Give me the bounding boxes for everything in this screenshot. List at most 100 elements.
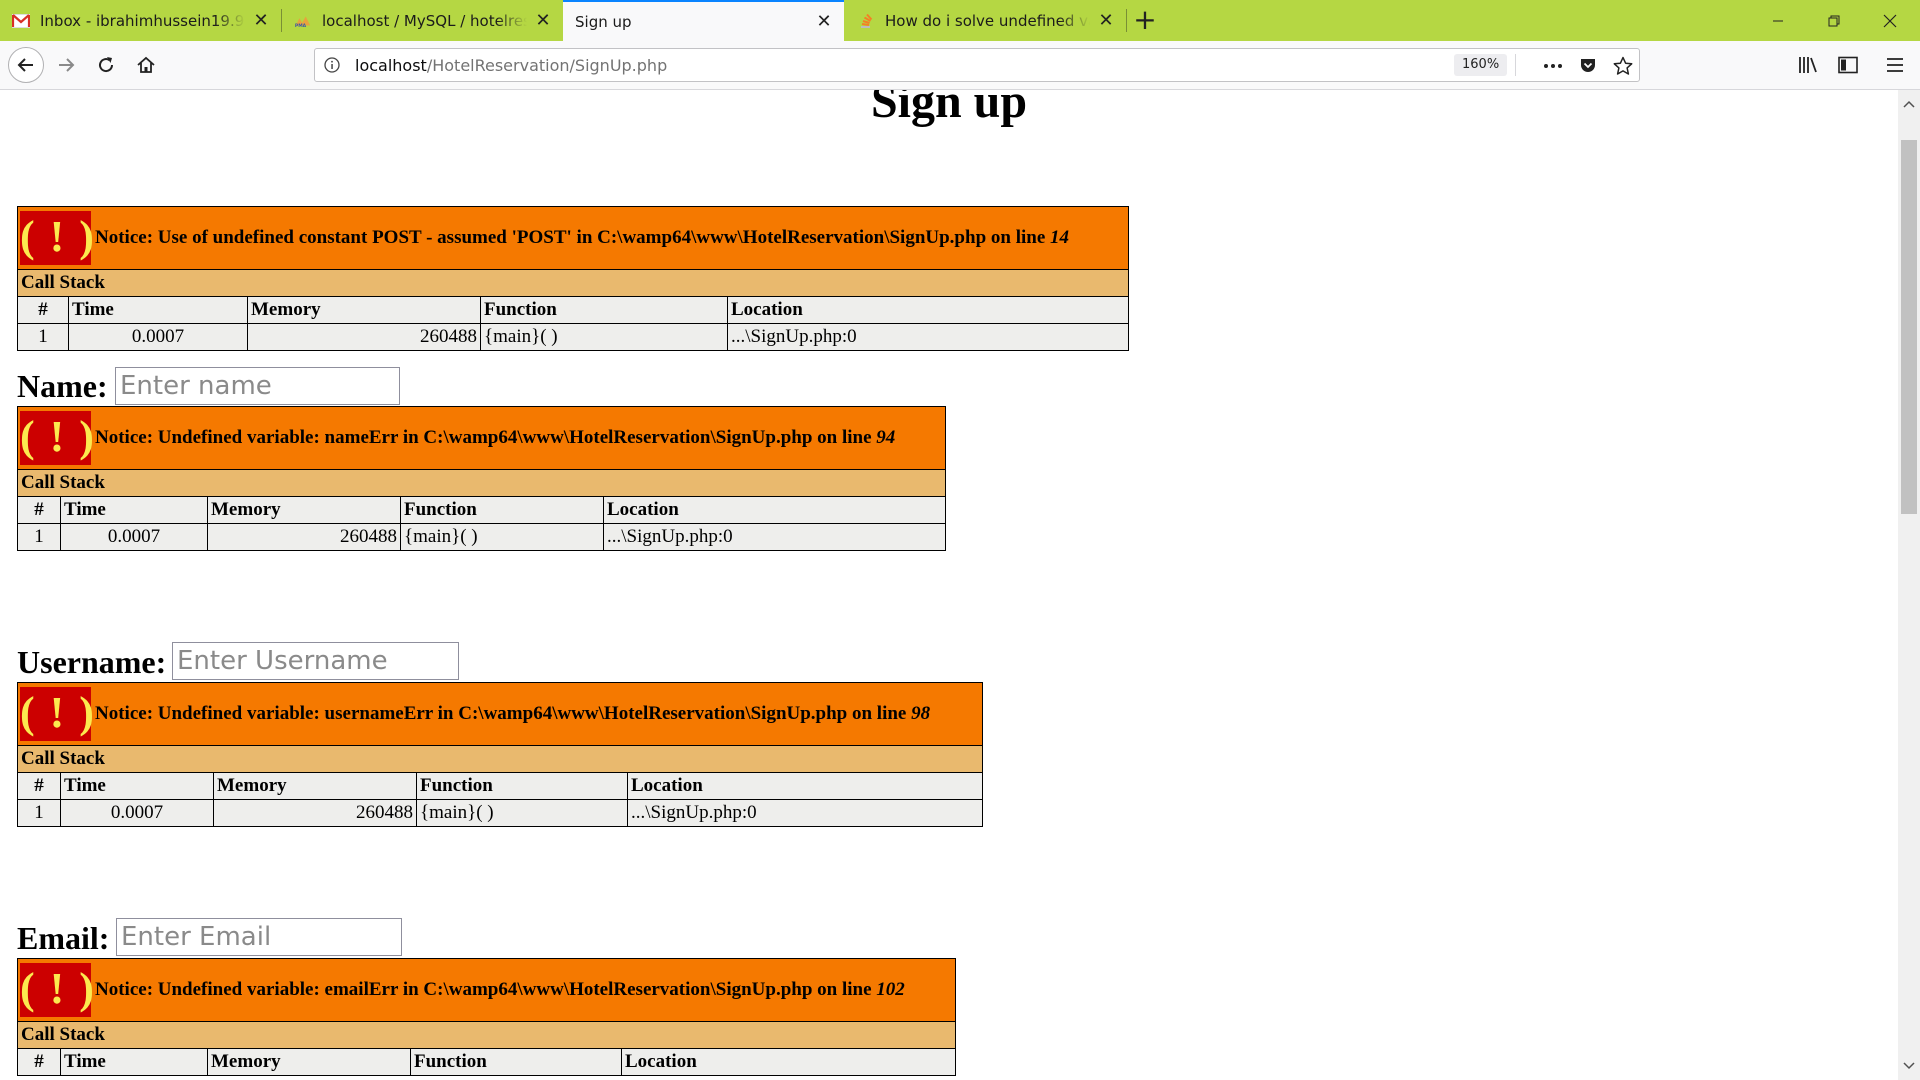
notice-message: Notice: Use of undefined constant POST -…: [95, 227, 1069, 248]
ellipsis-icon: [1544, 64, 1562, 68]
back-button[interactable]: [8, 47, 44, 83]
table-cell: 1: [17, 323, 69, 351]
table-cell: {main}( ): [416, 799, 628, 827]
name-input[interactable]: [115, 367, 400, 405]
table-cell: ...\SignUp.php:0: [603, 523, 946, 551]
navigation-toolbar: localhost/HotelReservation/SignUp.php 16…: [0, 41, 1920, 90]
address-bar[interactable]: localhost/HotelReservation/SignUp.php 16…: [314, 48, 1640, 82]
url-path: /HotelReservation/SignUp.php: [426, 56, 668, 75]
column-header: Location: [627, 772, 983, 800]
column-header: Location: [603, 496, 946, 524]
table-cell: 0.0007: [60, 523, 208, 551]
close-icon[interactable]: ✕: [816, 12, 832, 30]
hamburger-menu-icon: [1887, 58, 1903, 72]
url-separator: [1515, 54, 1516, 76]
home-button[interactable]: [130, 49, 162, 81]
page-viewport: Sign up ( ! )Notice: Use of undefined co…: [0, 90, 1898, 1080]
bookmark-button[interactable]: [1612, 55, 1634, 77]
pocket-icon: [1581, 59, 1595, 72]
username-label: Username:: [17, 644, 167, 680]
notice-header-row: ( ! )Notice: Undefined variable: nameErr…: [17, 406, 946, 470]
notice-message: Notice: Undefined variable: usernameErr …: [95, 703, 930, 724]
notice-message: Notice: Undefined variable: emailErr in …: [95, 979, 905, 1000]
phpmyadmin-icon: PMA: [294, 12, 312, 30]
xdebug-notice: ( ! )Notice: Undefined variable: emailEr…: [17, 958, 956, 1076]
info-icon[interactable]: [323, 56, 341, 74]
tab-inbox[interactable]: Inbox - ibrahimhussein19.98@gmail.com ✕: [0, 0, 281, 41]
restore-button[interactable]: [1806, 0, 1862, 41]
tab-stackoverflow[interactable]: How do i solve undefined variable ✕: [845, 0, 1126, 41]
table-cell: 1: [17, 523, 61, 551]
column-header: Location: [621, 1048, 956, 1076]
svg-text:PMA: PMA: [295, 22, 307, 27]
column-header: Time: [60, 496, 208, 524]
notice-line-number: 102: [876, 979, 905, 1000]
notice-line-number: 94: [876, 427, 896, 448]
reload-icon: [99, 57, 114, 73]
table-cell: {main}( ): [480, 323, 728, 351]
chevron-up-icon[interactable]: [1898, 94, 1920, 114]
notice-message: Notice: Undefined variable: nameErr in C…: [95, 427, 895, 448]
email-label: Email:: [17, 920, 110, 956]
page-actions-button[interactable]: [1542, 55, 1564, 77]
sidebar-button[interactable]: [1833, 50, 1863, 80]
pocket-button[interactable]: [1577, 55, 1599, 77]
xdebug-notice: ( ! )Notice: Undefined variable: nameErr…: [17, 406, 946, 551]
close-icon: [1883, 14, 1897, 27]
vertical-scrollbar[interactable]: [1898, 90, 1920, 1080]
close-window-button[interactable]: [1862, 0, 1918, 41]
reload-button[interactable]: [90, 49, 122, 81]
menu-button[interactable]: [1880, 50, 1910, 80]
minimize-icon: [1773, 20, 1783, 21]
notice-header-row: ( ! )Notice: Use of undefined constant P…: [17, 206, 1129, 270]
xdebug-notice: ( ! )Notice: Use of undefined constant P…: [17, 206, 1129, 351]
name-label: Name:: [17, 368, 108, 404]
call-stack-row: Call Stack: [17, 1021, 956, 1049]
column-header: #: [17, 496, 61, 524]
email-input[interactable]: [116, 918, 402, 956]
arrow-left-icon: [17, 58, 33, 72]
zoom-level-badge[interactable]: 160%: [1454, 54, 1508, 76]
warning-icon: ( ! ): [20, 211, 94, 265]
close-icon[interactable]: ✕: [535, 11, 551, 29]
scrollbar-thumb[interactable]: [1901, 140, 1917, 514]
tab-sign-up[interactable]: Sign up ✕: [563, 0, 844, 41]
notice-text: Notice: Undefined variable: nameErr in C…: [95, 427, 877, 448]
close-icon[interactable]: ✕: [1098, 11, 1114, 29]
close-icon[interactable]: ✕: [253, 11, 269, 29]
column-header: #: [17, 772, 61, 800]
column-header: Memory: [207, 1048, 411, 1076]
username-input[interactable]: [172, 642, 459, 680]
call-stack-header: # Time Memory Function Location: [17, 496, 946, 524]
url-text[interactable]: localhost/HotelReservation/SignUp.php: [355, 56, 667, 75]
column-header: Time: [60, 1048, 208, 1076]
notice-text: Notice: Undefined variable: usernameErr …: [95, 703, 912, 724]
restore-icon: [1828, 15, 1840, 26]
table-cell: ...\SignUp.php:0: [627, 799, 983, 827]
tab-label: Sign up: [575, 12, 632, 31]
call-stack-header: # Time Memory Function Location: [17, 296, 1129, 324]
tab-label: Inbox - ibrahimhussein19.98@gmail.com: [40, 11, 245, 30]
table-row: 1 0.0007 260488 {main}( ) ...\SignUp.php…: [17, 523, 946, 551]
minimize-button[interactable]: [1750, 0, 1806, 41]
forward-button[interactable]: [50, 49, 82, 81]
home-icon: [137, 56, 155, 73]
notice-header-row: ( ! )Notice: Undefined variable: emailEr…: [17, 958, 956, 1022]
chevron-down-icon[interactable]: [1898, 1056, 1920, 1076]
table-cell: 0.0007: [60, 799, 214, 827]
url-host: localhost: [355, 56, 427, 75]
table-cell: 260488: [213, 799, 417, 827]
tab-bar: Inbox - ibrahimhussein19.98@gmail.com ✕ …: [0, 0, 1920, 41]
library-icon: [1799, 57, 1817, 73]
tab-phpmyadmin[interactable]: PMA localhost / MySQL / hotelreservation…: [282, 0, 563, 41]
xdebug-notice: ( ! )Notice: Undefined variable: usernam…: [17, 682, 983, 827]
call-stack-header: # Time Memory Function Location: [17, 1048, 956, 1076]
notice-text: Notice: Undefined variable: emailErr in …: [95, 979, 877, 1000]
arrow-right-icon: [59, 58, 75, 72]
new-tab-button[interactable]: +: [1131, 6, 1159, 34]
column-header: Function: [400, 496, 604, 524]
tab-label: localhost / MySQL / hotelreservation: [322, 11, 527, 30]
library-button[interactable]: [1793, 50, 1823, 80]
table-cell: 0.0007: [68, 323, 248, 351]
call-stack-header: # Time Memory Function Location: [17, 772, 983, 800]
